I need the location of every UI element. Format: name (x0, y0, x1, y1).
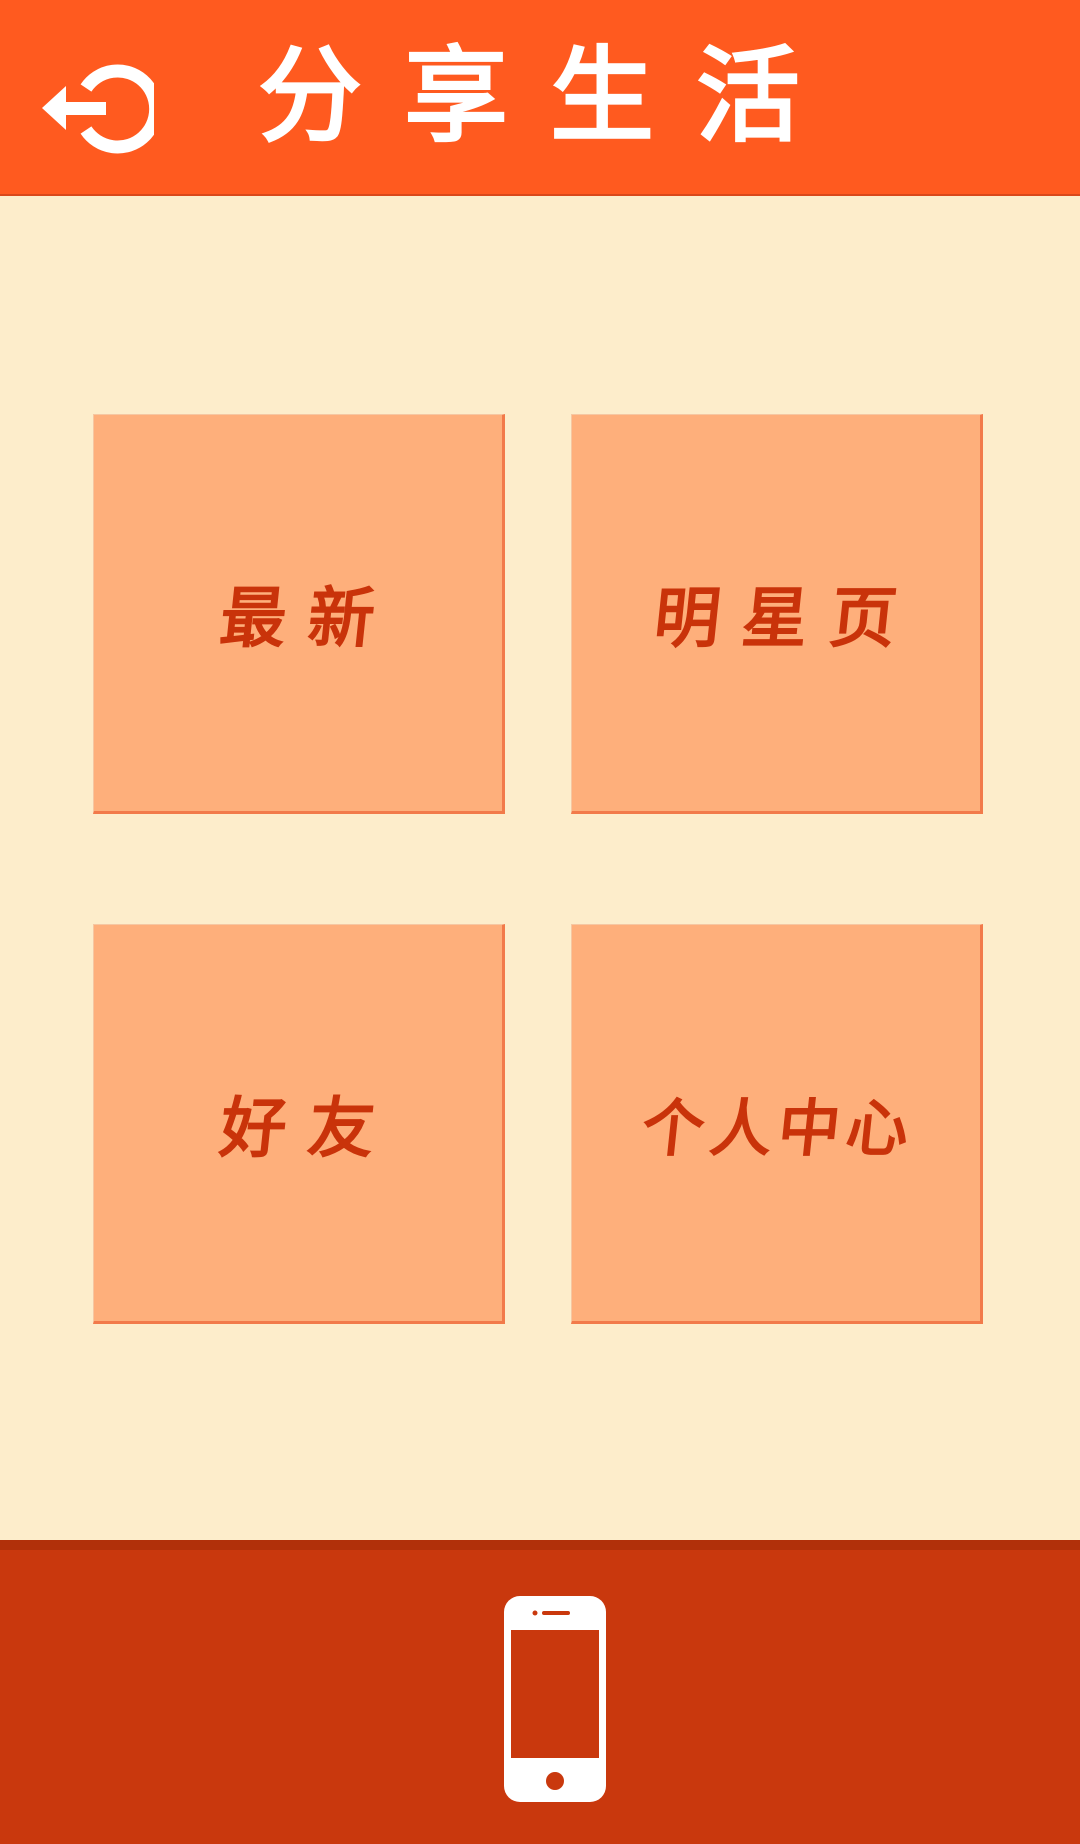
phone-button[interactable] (502, 1594, 608, 1804)
smartphone-icon (504, 1596, 606, 1802)
menu-grid: 最新 明星页 好友 个人中心 (0, 196, 1080, 1540)
tile-star-page[interactable]: 明星页 (571, 414, 983, 814)
top-header-bar: 分享生活 (0, 0, 1080, 196)
tile-latest[interactable]: 最新 (93, 414, 505, 814)
tile-latest-label: 最新 (216, 579, 401, 657)
tile-star-page-label: 明星页 (650, 579, 923, 657)
page-title: 分享生活 (257, 35, 842, 157)
tile-friends-label: 好友 (216, 1089, 401, 1167)
tile-friends[interactable]: 好友 (93, 924, 505, 1324)
tile-personal-center[interactable]: 个人中心 (571, 924, 983, 1324)
tile-personal-center-label: 个人中心 (638, 1092, 919, 1165)
